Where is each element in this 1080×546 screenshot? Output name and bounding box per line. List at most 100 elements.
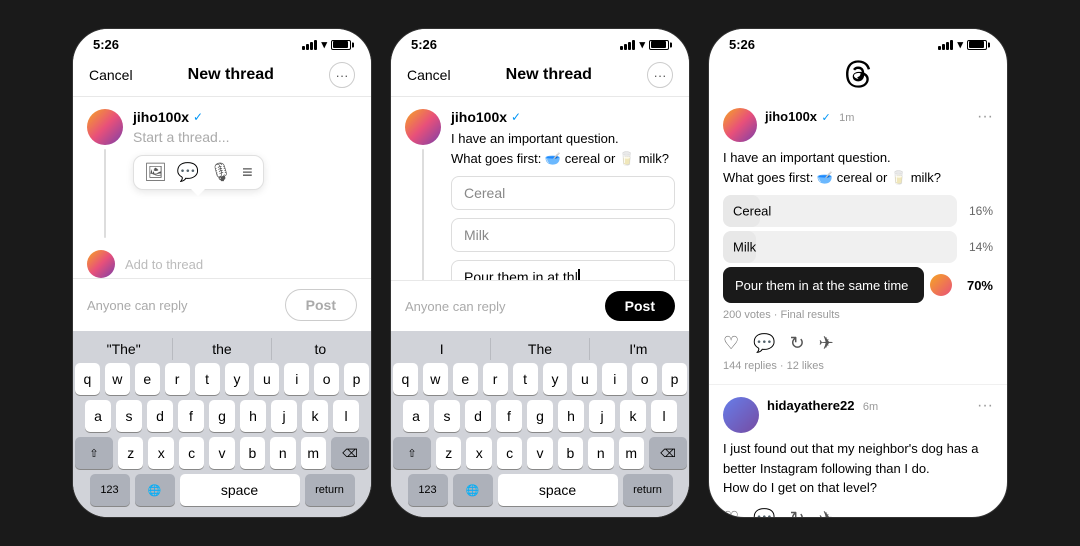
poll-option-1[interactable]: Cereal [451,176,675,210]
key-m[interactable]: m [301,437,326,469]
share-icon-1[interactable]: ✈ [819,333,834,354]
key-return[interactable]: return [305,474,355,506]
poll-option-3[interactable]: Pour them in at th| [451,260,675,280]
key-z[interactable]: z [118,437,143,469]
key-n[interactable]: n [270,437,295,469]
key2-o[interactable]: o [632,363,657,395]
key-y[interactable]: y [225,363,250,395]
repost-icon-1[interactable]: ↻ [790,333,805,354]
key2-l[interactable]: l [651,400,677,432]
key2-g[interactable]: g [527,400,553,432]
key-k[interactable]: k [302,400,328,432]
cancel-button-1[interactable]: Cancel [89,67,133,83]
key-w[interactable]: w [105,363,130,395]
post-text-2: I have an important question. What goes … [451,129,675,168]
compose-area-2: jiho100x ✓ I have an important question.… [391,97,689,280]
key2-c[interactable]: c [497,437,522,469]
key2-b[interactable]: b [558,437,583,469]
key-t[interactable]: t [195,363,220,395]
key-h[interactable]: h [240,400,266,432]
compose-placeholder-1[interactable]: Start a thread... [133,129,357,145]
post1-more[interactable]: ··· [977,108,993,126]
key-g[interactable]: g [209,400,235,432]
key2-numbers[interactable]: 123 [408,474,448,506]
gif-icon[interactable]: 💬 [177,162,199,183]
key2-m[interactable]: m [619,437,644,469]
more-button-1[interactable]: ··· [329,62,355,88]
add-thread-label[interactable]: Add to thread [125,257,203,272]
like-icon-1[interactable]: ♡ [723,333,739,354]
key-x[interactable]: x [148,437,173,469]
key2-q[interactable]: q [393,363,418,395]
poll-option-2[interactable]: Milk [451,218,675,252]
repost-icon-2[interactable]: ↻ [790,508,805,518]
share-icon-2[interactable]: ✈ [819,508,834,518]
key-r[interactable]: r [165,363,190,395]
key-o[interactable]: o [314,363,339,395]
comment-icon-2[interactable]: 💬 [753,508,775,518]
key2-t[interactable]: t [513,363,538,395]
key-b[interactable]: b [240,437,265,469]
key2-shift[interactable]: ⇧ [393,437,431,469]
key2-r[interactable]: r [483,363,508,395]
post2-username[interactable]: hidayathere22 [767,398,854,413]
key2-w[interactable]: w [423,363,448,395]
key2-emoji[interactable]: 🌐 [453,474,493,506]
suggestion-2-2[interactable]: I'm [590,338,687,360]
key-u[interactable]: u [254,363,279,395]
key2-x[interactable]: x [466,437,491,469]
key-space[interactable]: space [180,474,300,506]
key2-n[interactable]: n [588,437,613,469]
key-e[interactable]: e [135,363,160,395]
key2-return[interactable]: return [623,474,673,506]
key2-e[interactable]: e [453,363,478,395]
key2-f[interactable]: f [496,400,522,432]
key2-d[interactable]: d [465,400,491,432]
key2-a[interactable]: a [403,400,429,432]
key2-delete[interactable]: ⌫ [649,437,687,469]
key-shift[interactable]: ⇧ [75,437,113,469]
post-button-2[interactable]: Post [605,291,675,321]
key2-h[interactable]: h [558,400,584,432]
mic-icon[interactable]: 🎙 [209,162,232,183]
key-delete[interactable]: ⌫ [331,437,369,469]
suggestion-2-1[interactable]: The [491,338,589,360]
key2-y[interactable]: y [543,363,568,395]
key-i[interactable]: i [284,363,309,395]
suggestion-2[interactable]: to [272,338,369,360]
like-icon-2[interactable]: ♡ [723,508,739,518]
suggestion-2-0[interactable]: I [393,338,491,360]
key-c[interactable]: c [179,437,204,469]
key-f[interactable]: f [178,400,204,432]
key-a[interactable]: a [85,400,111,432]
key2-s[interactable]: s [434,400,460,432]
post-button-1[interactable]: Post [285,289,357,321]
key2-space[interactable]: space [498,474,618,506]
cancel-button-2[interactable]: Cancel [407,67,451,83]
key2-p[interactable]: p [662,363,687,395]
key-j[interactable]: j [271,400,297,432]
key-emoji[interactable]: 🌐 [135,474,175,506]
post-line1: I have an important question. [451,131,619,146]
key-s[interactable]: s [116,400,142,432]
key-q[interactable]: q [75,363,100,395]
key-p[interactable]: p [344,363,369,395]
key-d[interactable]: d [147,400,173,432]
key-l[interactable]: l [333,400,359,432]
suggestion-1[interactable]: the [173,338,271,360]
more-button-2[interactable]: ··· [647,62,673,88]
key-v[interactable]: v [209,437,234,469]
key2-k[interactable]: k [620,400,646,432]
image-icon[interactable]: 🖼 [144,162,167,183]
key2-u[interactable]: u [572,363,597,395]
post2-more[interactable]: ··· [977,397,993,415]
post1-username[interactable]: jiho100x [765,109,817,124]
key-numbers[interactable]: 123 [90,474,130,506]
key2-z[interactable]: z [436,437,461,469]
comment-icon-1[interactable]: 💬 [753,333,775,354]
key2-j[interactable]: j [589,400,615,432]
list-icon[interactable]: ≡ [242,162,253,183]
suggestion-0[interactable]: "The" [75,338,173,360]
key2-i[interactable]: i [602,363,627,395]
key2-v[interactable]: v [527,437,552,469]
